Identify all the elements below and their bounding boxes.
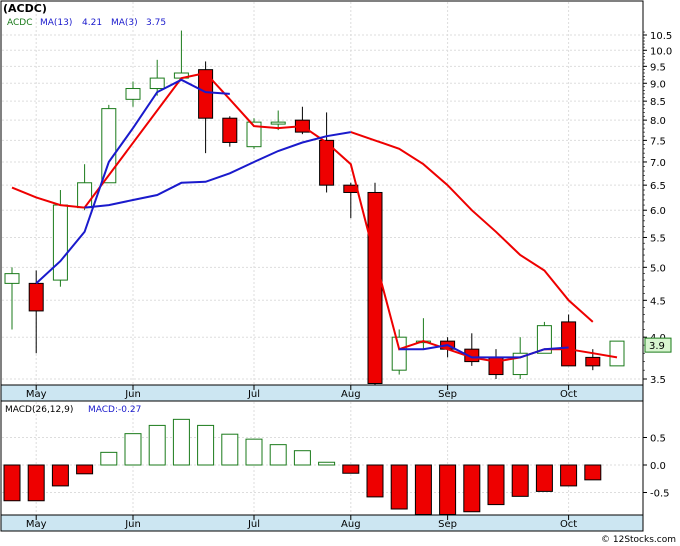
macd-bar-negative (3, 464, 21, 502)
candle-down (585, 356, 601, 367)
month-label: Jul (247, 519, 260, 530)
macd-bar-negative (535, 464, 553, 492)
macd-bar-positive (172, 418, 190, 466)
legend-ma-long-label: MA(13) (40, 18, 72, 28)
legend-ma-short-value: 3.75 (146, 18, 166, 28)
macd-panel-frame (0, 400, 644, 516)
macd-bar-positive (318, 461, 336, 466)
macd-bar-positive (221, 433, 239, 466)
month-label: Aug (341, 389, 361, 400)
macd-bar-positive (197, 424, 215, 466)
price-y-tick-label: 10.5 (650, 31, 672, 42)
price-y-tick-label: 8.0 (650, 116, 666, 127)
stock-chart: 3.54.04.55.05.56.06.57.07.58.08.59.09.51… (0, 0, 676, 545)
macd-bar-positive (269, 444, 287, 466)
legend-ma-long-value: 4.21 (82, 18, 102, 28)
month-label: Sep (438, 519, 457, 530)
candle-up (391, 336, 407, 371)
price-y-axis: 3.54.04.55.05.56.06.57.07.58.08.59.09.51… (643, 31, 672, 386)
macd-bar-negative (487, 464, 505, 506)
macd-bar-positive (100, 451, 118, 466)
price-y-tick-label: 6.0 (650, 206, 666, 217)
last-price-label: 3.9 (649, 341, 665, 352)
macd-bar-positive (148, 424, 166, 466)
price-y-tick-label: 9.0 (650, 79, 666, 90)
macd-bar-positive (124, 433, 142, 466)
candle-down (28, 282, 44, 312)
candle-up (609, 340, 625, 367)
macd-bar-negative (560, 464, 578, 487)
macd-y-tick-label: 0.5 (650, 434, 666, 445)
copyright-text: © 12Stocks.com (601, 535, 676, 545)
month-axis-band (0, 384, 644, 402)
macd-value-label: MACD:-0.27 (88, 405, 141, 415)
month-label: May (26, 389, 47, 400)
ticker-title: (ACDC) (3, 2, 47, 15)
month-label: Oct (560, 389, 577, 400)
price-y-tick-label: 7.0 (650, 158, 666, 169)
macd-bar-negative (439, 464, 457, 515)
candle-up (270, 121, 286, 125)
price-y-tick-label: 5.0 (650, 263, 666, 274)
candle-up (77, 182, 93, 209)
candle-up (125, 88, 141, 100)
macd-bar-negative (51, 464, 69, 487)
macd-bar-negative (390, 464, 408, 510)
candle-down (367, 191, 383, 385)
candle-up (52, 204, 68, 281)
month-axis-band-bottom (0, 514, 644, 532)
macd-bar-positive (293, 450, 311, 466)
candle-up (4, 273, 20, 284)
month-label: Sep (438, 389, 457, 400)
price-y-tick-label: 7.5 (650, 136, 666, 147)
price-y-tick-label: 10.0 (650, 46, 672, 57)
month-label: Oct (560, 519, 577, 530)
candle-up (101, 108, 117, 184)
price-y-tick-label: 6.5 (650, 181, 666, 192)
macd-bar-negative (463, 464, 481, 513)
price-y-tick-label: 5.5 (650, 233, 666, 244)
macd-label: MACD(26,12,9) (5, 405, 73, 415)
price-y-tick-label: 4.5 (650, 296, 666, 307)
candle-down (561, 321, 577, 367)
macd-bar-negative (76, 464, 94, 475)
macd-bar-positive (245, 438, 263, 466)
macd-bar-negative (511, 464, 529, 497)
macd-y-tick-label: -0.5 (650, 489, 670, 500)
macd-y-tick-label: 0.0 (650, 461, 666, 472)
month-label: May (26, 519, 47, 530)
month-label: Jun (124, 519, 141, 530)
macd-bar-negative (584, 464, 602, 481)
price-y-tick-label: 8.5 (650, 97, 666, 108)
macd-y-axis: 0.5 0.0 -0.5 (643, 434, 670, 500)
legend-symbol: ACDC (7, 18, 33, 28)
macd-bar-negative (27, 464, 45, 502)
month-label: Jul (247, 389, 260, 400)
candle-up (149, 77, 165, 90)
macd-bar-negative (342, 464, 360, 474)
price-y-tick-label: 9.5 (650, 62, 666, 73)
candle-down (222, 117, 238, 143)
price-y-tick-label: 3.5 (650, 375, 666, 386)
macd-bar-negative (366, 464, 384, 498)
month-label: Jun (124, 389, 141, 400)
legend-ma-short-label: MA(3) (111, 18, 138, 28)
macd-bar-negative (414, 464, 432, 515)
month-label: Aug (341, 519, 361, 530)
